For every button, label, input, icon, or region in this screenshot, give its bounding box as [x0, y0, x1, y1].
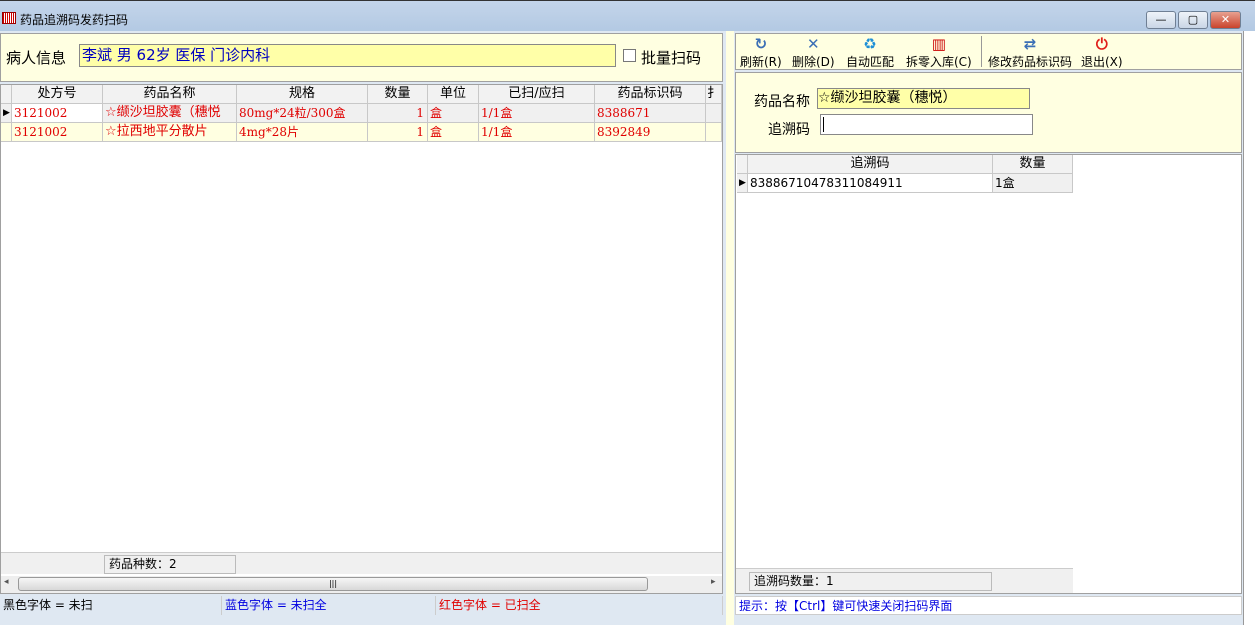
- toolbar: ↻ 刷新(R) ✕ 删除(D) ♻ 自动匹配 ▥ 拆零入库(C) ⇄ 修改药品标识码 ⏻ 退出(X): [735, 33, 1242, 70]
- table-cell[interactable]: [706, 123, 722, 142]
- hint-text: 提示：按【Ctrl】键可快速关闭扫码界面: [735, 596, 1242, 615]
- table-cell[interactable]: 盒: [428, 104, 479, 123]
- horizontal-scrollbar[interactable]: ◂ ||| ▸: [1, 576, 722, 593]
- legend-black: 黑色字体 = 未扫: [0, 596, 222, 615]
- toolbar-label: 删除(D): [792, 55, 835, 69]
- table-cell[interactable]: 1/1盒: [479, 104, 595, 123]
- table-cell[interactable]: 1: [368, 123, 428, 142]
- toolbar-label: 拆零入库(C): [906, 55, 972, 69]
- grid-footer: 药品种数：2: [1, 552, 722, 574]
- grid-corner: [1, 85, 12, 104]
- scroll-left-icon[interactable]: ◂: [4, 577, 9, 587]
- toolbar-label: 修改药品标识码: [988, 55, 1073, 69]
- table-cell[interactable]: 80mg*24粒/300盒: [237, 104, 368, 123]
- delete-icon: ✕: [807, 35, 820, 53]
- legend-red: 红色字体 = 已扫全: [436, 596, 723, 615]
- refresh-icon: ↻: [754, 35, 768, 53]
- scroll-right-icon[interactable]: ▸: [711, 577, 716, 587]
- toolbar-label: 自动匹配: [846, 55, 895, 69]
- toolbar-button-refresh[interactable]: ↻ 刷新(R): [740, 36, 782, 70]
- batch-scan-checkbox[interactable]: [623, 49, 636, 62]
- toolbar-button-barcode[interactable]: ▥ 拆零入库(C): [906, 36, 972, 70]
- toolbar-label: 刷新(R): [740, 55, 782, 69]
- toolbar-button-power[interactable]: ⏻ 退出(X): [1081, 36, 1123, 70]
- column-header[interactable]: 处方号: [12, 85, 103, 104]
- barcode-icon: ▥: [931, 35, 946, 53]
- trace-grid-footer: 追溯码数量：1: [736, 568, 1073, 593]
- table-cell[interactable]: 3121002: [12, 104, 103, 123]
- power-icon: ⏻: [1095, 35, 1108, 53]
- window-title: 药品追溯码发药扫码: [20, 13, 129, 27]
- column-header[interactable]: 已扫/应扫: [479, 85, 595, 104]
- column-header[interactable]: 药品标识码: [595, 85, 706, 104]
- grid-corner: [737, 155, 748, 174]
- trace-code-label: 追溯码: [768, 122, 810, 138]
- drug-name-field[interactable]: ☆缬沙坦胶囊（穗悦）: [817, 88, 1030, 109]
- column-header[interactable]: 药品名称: [103, 85, 237, 104]
- table-cell[interactable]: 1: [368, 104, 428, 123]
- toolbar-label: 退出(X): [1081, 55, 1123, 69]
- maximize-button[interactable]: ▢: [1178, 11, 1208, 29]
- toolbar-button-delete[interactable]: ✕ 删除(D): [792, 36, 835, 70]
- row-indicator[interactable]: ▶: [737, 174, 748, 193]
- scrollbar-thumb[interactable]: |||: [18, 577, 648, 591]
- prescription-grid: [0, 84, 723, 594]
- table-cell[interactable]: 8392849: [595, 123, 706, 142]
- title-bar: 药品追溯码发药扫码 — ▢ ✕: [0, 0, 1255, 31]
- toolbar-separator: [981, 36, 982, 67]
- scan-form: 药品名称 ☆缬沙坦胶囊（穗悦） 追溯码: [735, 72, 1242, 153]
- column-header[interactable]: 数量: [368, 85, 428, 104]
- trace-code-grid: [735, 154, 1242, 594]
- table-cell[interactable]: 8388671: [595, 104, 706, 123]
- table-cell[interactable]: 4mg*28片: [237, 123, 368, 142]
- table-cell[interactable]: 1/1盒: [479, 123, 595, 142]
- batch-scan-label: 批量扫码: [641, 49, 702, 67]
- column-header[interactable]: 单位: [428, 85, 479, 104]
- barcode-icon: [2, 12, 16, 24]
- table-cell[interactable]: ☆缬沙坦胶囊（穗悦: [103, 104, 237, 123]
- recycle-icon: ♻: [863, 35, 877, 53]
- close-button[interactable]: ✕: [1210, 11, 1241, 29]
- row-indicator[interactable]: [1, 123, 12, 142]
- table-cell[interactable]: 盒: [428, 123, 479, 142]
- minimize-button[interactable]: —: [1146, 11, 1176, 29]
- trace-code-count: 追溯码数量：1: [749, 572, 992, 591]
- column-header[interactable]: 扌: [706, 85, 722, 104]
- swap-icon: ⇄: [1023, 35, 1037, 53]
- table-cell[interactable]: 3121002: [12, 123, 103, 142]
- patient-info-field[interactable]: 李斌 男 62岁 医保 门诊内科: [79, 44, 616, 67]
- drug-count: 药品种数：2: [104, 555, 236, 574]
- table-cell[interactable]: 83886710478311084911: [748, 174, 993, 193]
- table-cell[interactable]: [706, 104, 722, 123]
- drug-name-label: 药品名称: [754, 94, 810, 110]
- table-cell[interactable]: ☆拉西地平分散片: [103, 123, 237, 142]
- table-cell[interactable]: 1盒: [993, 174, 1073, 193]
- trace-code-input[interactable]: [820, 114, 1033, 135]
- patient-info-panel: 病人信息 李斌 男 62岁 医保 门诊内科 批量扫码: [0, 33, 723, 82]
- column-header[interactable]: 规格: [237, 85, 368, 104]
- toolbar-button-swap[interactable]: ⇄ 修改药品标识码: [988, 36, 1072, 70]
- column-header[interactable]: 数量: [993, 155, 1073, 174]
- legend-blue: 蓝色字体 = 未扫全: [222, 596, 436, 615]
- row-indicator[interactable]: ▶: [1, 104, 12, 123]
- patient-info-label: 病人信息: [6, 49, 67, 67]
- column-header[interactable]: 追溯码: [748, 155, 993, 174]
- toolbar-button-recycle[interactable]: ♻ 自动匹配: [846, 36, 894, 70]
